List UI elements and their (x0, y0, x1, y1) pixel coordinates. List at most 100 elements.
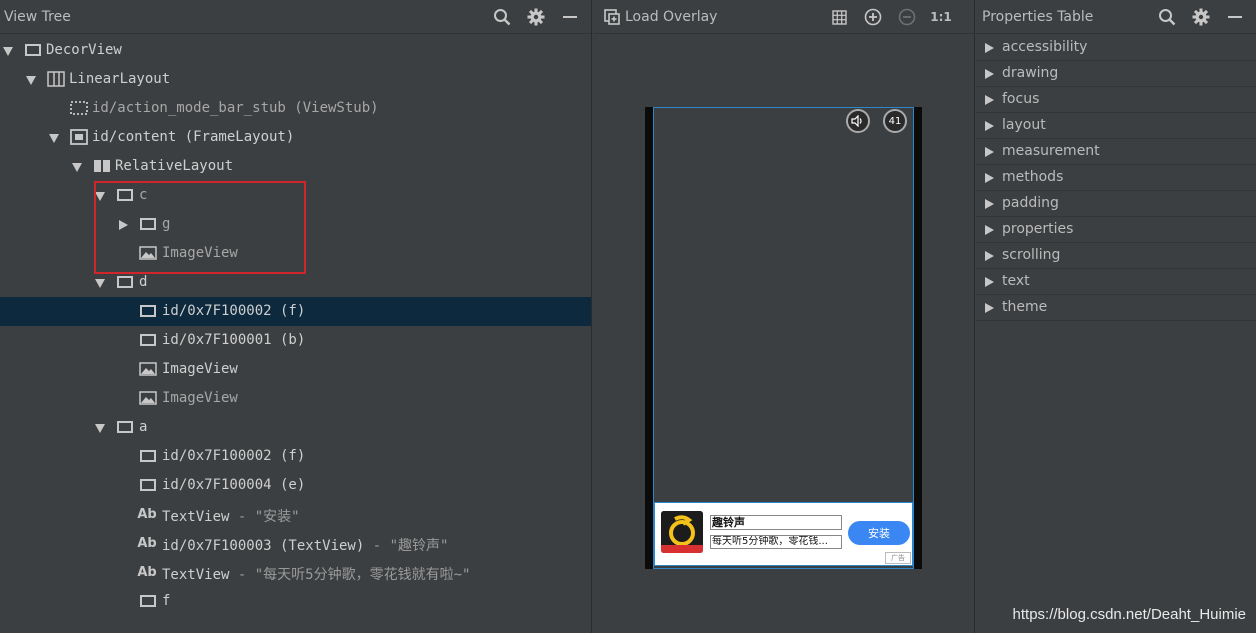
property-group-properties[interactable]: properties (976, 217, 1256, 243)
zoom-in-button[interactable] (860, 2, 886, 32)
preview-zoom-toolbar: 1:1 (826, 0, 954, 34)
view-icon (139, 477, 157, 493)
text-icon: Ab (137, 506, 157, 522)
tree-node-linearlayout[interactable]: LinearLayout (0, 65, 591, 94)
property-group-label: text (1002, 273, 1030, 289)
zoom-out-button[interactable] (894, 2, 920, 32)
install-button[interactable]: 安装 (848, 521, 910, 545)
search-button[interactable] (487, 2, 517, 32)
property-group-label: focus (1002, 91, 1040, 107)
property-group-label: theme (1002, 299, 1048, 315)
minimize-icon (1228, 16, 1242, 18)
expand-triangle-icon[interactable] (48, 132, 60, 144)
preview-toolbar: Load Overlay 1:1 (593, 0, 974, 34)
tree-node-b[interactable]: id/0x7F100001 (b) (0, 326, 591, 355)
tree-node-viewstub[interactable]: id/action_mode_bar_stub (ViewStub) (0, 94, 591, 123)
property-group-measurement[interactable]: measurement (976, 139, 1256, 165)
device-edge-right (914, 107, 922, 569)
text-icon: Ab (137, 564, 157, 580)
tree-node-label: ImageView (162, 361, 238, 377)
tree-node-content[interactable]: id/content (FrameLayout) (0, 123, 591, 152)
property-group-accessibility[interactable]: accessibility (976, 35, 1256, 61)
tree-node-label: DecorView (46, 42, 122, 58)
collapse-triangle-icon (985, 199, 994, 209)
tree-node-e[interactable]: id/0x7F100004 (e) (0, 471, 591, 500)
view-tree-panel: View Tree DecorView LinearLayout id/acti… (0, 0, 592, 633)
frame-layout-icon (70, 129, 88, 145)
ad-description: 每天听5分钟歌，零花钱... (710, 535, 842, 549)
tree-node-text-value: - "每天听5分钟歌，零花钱就有啦~" (229, 567, 471, 583)
property-group-label: methods (1002, 169, 1064, 185)
minimize-button[interactable] (1220, 2, 1250, 32)
property-group-drawing[interactable]: drawing (976, 61, 1256, 87)
grid-button[interactable] (826, 2, 852, 32)
tree-node-imageview[interactable]: ImageView (0, 239, 591, 268)
view-icon (116, 419, 134, 435)
collapse-triangle-icon[interactable] (117, 219, 129, 231)
property-group-label: scrolling (1002, 247, 1061, 263)
tree-node-textview-install[interactable]: Ab TextView - "安装" (0, 500, 591, 529)
countdown-badge[interactable]: 41 (883, 109, 907, 133)
actual-size-button[interactable]: 1:1 (928, 2, 954, 32)
tree-node-decorview[interactable]: DecorView (0, 36, 591, 65)
properties-title: Properties Table (982, 8, 1094, 25)
view-icon (116, 274, 134, 290)
property-group-focus[interactable]: focus (976, 87, 1256, 113)
minimize-button[interactable] (555, 2, 585, 32)
properties-header: Properties Table (976, 0, 1256, 34)
property-group-theme[interactable]: theme (976, 295, 1256, 321)
mute-button[interactable] (846, 109, 870, 133)
tree-node-label: TextView (162, 567, 230, 583)
view-tree-title: View Tree (4, 8, 71, 25)
tree-node-relativelayout[interactable]: RelativeLayout (0, 152, 591, 181)
property-group-layout[interactable]: layout (976, 113, 1256, 139)
ad-banner[interactable]: 趣铃声 每天听5分钟歌，零花钱... 安装 广告 (654, 502, 913, 566)
load-overlay-label: Load Overlay (625, 8, 718, 25)
text-icon: Ab (137, 535, 157, 551)
expand-triangle-icon[interactable] (94, 422, 106, 434)
image-icon (139, 390, 157, 406)
search-icon (494, 9, 511, 26)
tree-node-label: TextView (162, 509, 230, 525)
expand-triangle-icon[interactable] (94, 277, 106, 289)
tree-node-f-selected[interactable]: id/0x7F100002 (f) (0, 297, 591, 326)
property-group-scrolling[interactable]: scrolling (976, 243, 1256, 269)
tree-node-imageview[interactable]: ImageView (0, 355, 591, 384)
tree-node-label: RelativeLayout (115, 158, 234, 174)
load-overlay-button[interactable]: Load Overlay (603, 8, 717, 26)
tree-node-f[interactable]: id/0x7F100002 (f) (0, 442, 591, 471)
expand-triangle-icon[interactable] (71, 161, 83, 173)
view-icon (139, 303, 157, 319)
tree-node-a[interactable]: a (0, 413, 591, 442)
settings-button[interactable] (521, 2, 551, 32)
expand-triangle-icon[interactable] (2, 45, 14, 57)
tree-node-label: id/0x7F100004 (e) (162, 477, 306, 493)
tree-node-c[interactable]: c (0, 181, 591, 210)
tree-node-label: d (139, 274, 148, 290)
tree-node-g[interactable]: g (0, 210, 591, 239)
property-group-text[interactable]: text (976, 269, 1256, 295)
device-preview[interactable]: 41 趣铃声 每天听5分钟歌，零花钱... 安装 广告 (645, 107, 922, 569)
tree-node-textview-title[interactable]: Ab id/0x7F100003 (TextView) - "趣铃声" (0, 529, 591, 558)
actual-size-label: 1:1 (930, 10, 952, 24)
collapse-triangle-icon (985, 43, 994, 53)
expand-triangle-icon[interactable] (25, 74, 37, 86)
property-group-methods[interactable]: methods (976, 165, 1256, 191)
tree-node-d[interactable]: d (0, 268, 591, 297)
tree-node-label: id/0x7F100001 (b) (162, 332, 306, 348)
property-group-padding[interactable]: padding (976, 191, 1256, 217)
tree-node-imageview[interactable]: ImageView (0, 384, 591, 413)
settings-button[interactable] (1186, 2, 1216, 32)
collapse-triangle-icon (985, 147, 994, 157)
view-icon (139, 593, 157, 609)
tree-node-text-value: - "趣铃声" (364, 538, 449, 554)
search-button[interactable] (1152, 2, 1182, 32)
tree-node-textview-desc[interactable]: Ab TextView - "每天听5分钟歌，零花钱就有啦~" (0, 558, 591, 587)
tree-node-label: f (162, 593, 171, 609)
app-logo (661, 511, 703, 553)
view-icon (139, 332, 157, 348)
tree-node-f[interactable]: f (0, 587, 591, 616)
device-edge-left (645, 107, 653, 569)
tree-node-label: id/0x7F100003 (TextView) (162, 538, 365, 554)
expand-triangle-icon[interactable] (94, 190, 106, 202)
